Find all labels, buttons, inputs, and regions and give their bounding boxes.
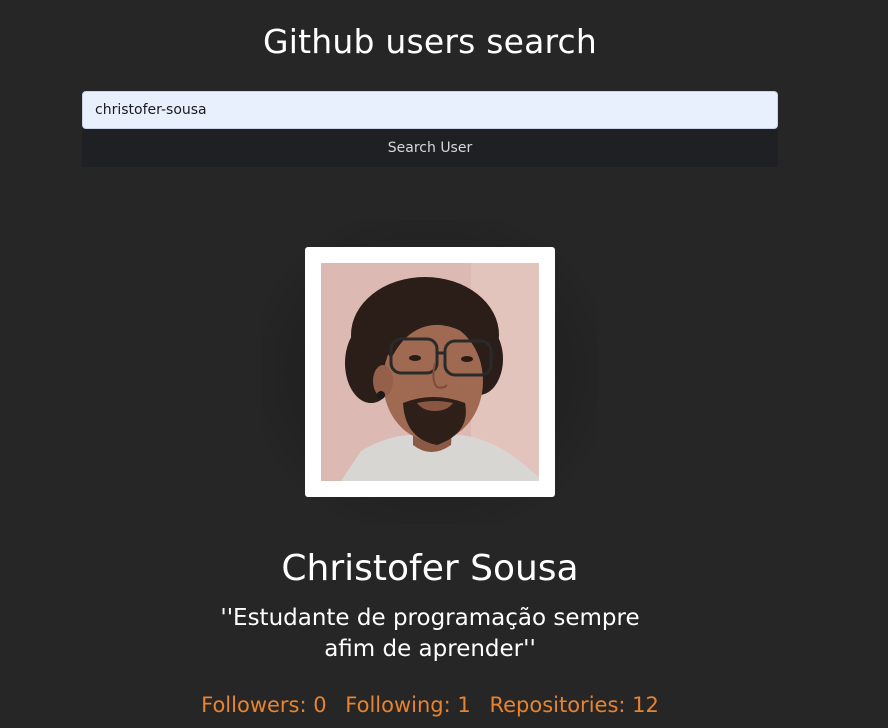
user-bio: ''Estudante de programação sempre afim d… bbox=[220, 605, 640, 662]
search-form: Search User bbox=[82, 91, 778, 167]
user-name: Christofer Sousa bbox=[281, 548, 579, 589]
repositories-count: Repositories: 12 bbox=[489, 693, 659, 717]
avatar-frame bbox=[305, 247, 555, 497]
search-user-button[interactable]: Search User bbox=[82, 129, 778, 167]
avatar bbox=[321, 263, 539, 481]
followers-count: Followers: 0 bbox=[201, 693, 327, 717]
search-input[interactable] bbox=[82, 91, 778, 129]
page-title: Github users search bbox=[262, 22, 598, 61]
following-count: Following: 1 bbox=[345, 693, 471, 717]
app-page: Github users search Search User bbox=[0, 0, 888, 728]
user-avatar-photo-icon bbox=[321, 263, 539, 481]
user-stats: Followers: 0 Following: 1 Repositories: … bbox=[0, 693, 860, 717]
